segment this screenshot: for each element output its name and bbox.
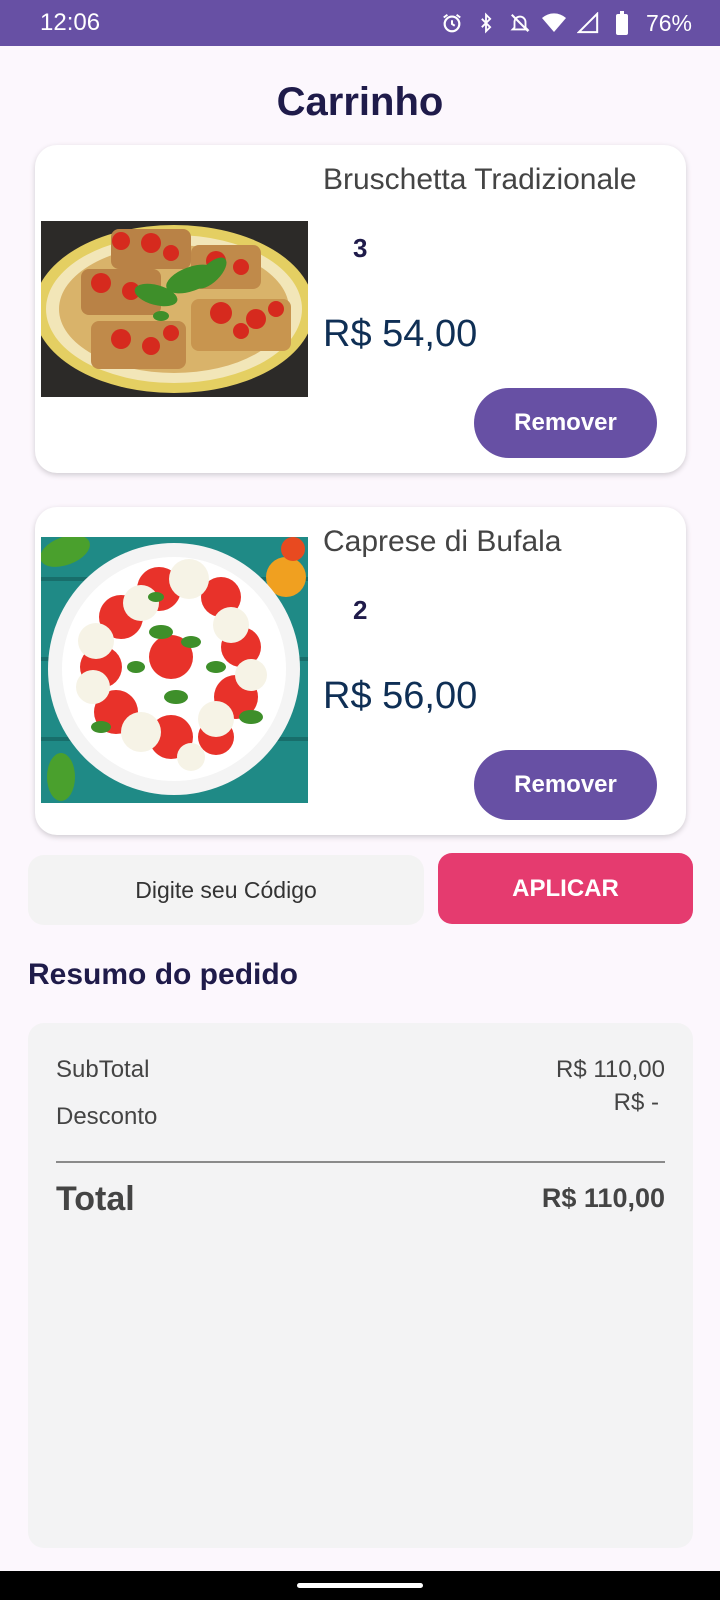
discount-label: Desconto xyxy=(56,1103,158,1130)
summary-title: Resumo do pedido xyxy=(28,958,298,991)
total-value: R$ 110,00 xyxy=(541,1183,665,1213)
bluetooth-icon xyxy=(474,11,498,35)
subtotal-label: SubTotal xyxy=(56,1056,150,1083)
apply-coupon-button[interactable]: APLICAR xyxy=(438,853,693,924)
total-label: Total xyxy=(56,1180,135,1218)
status-time: 12:06 xyxy=(40,9,101,36)
cart-item-card: Caprese di Bufala 2 R$ 56,00 Remover xyxy=(35,507,686,835)
alarm-icon xyxy=(440,11,464,35)
page-title: Carrinho xyxy=(276,80,444,124)
system-nav-bar xyxy=(0,1571,720,1600)
item-price: R$ 54,00 xyxy=(323,313,478,355)
item-quantity: 2 xyxy=(353,595,368,625)
item-price: R$ 56,00 xyxy=(323,675,478,717)
discount-value: R$ - xyxy=(613,1089,659,1116)
battery-icon xyxy=(610,11,634,35)
cell-signal-icon xyxy=(576,11,600,35)
coupon-code-input[interactable] xyxy=(28,855,424,925)
item-name: Bruschetta Tradizionale xyxy=(323,163,637,196)
wifi-icon xyxy=(541,11,566,35)
order-summary: SubTotal R$ 110,00 Desconto R$ - Total R… xyxy=(28,1023,693,1548)
remove-button[interactable]: Remover xyxy=(474,750,657,820)
notifications-off-icon xyxy=(508,11,532,35)
item-name: Caprese di Bufala xyxy=(323,525,562,558)
status-bar: 12:06 76% xyxy=(0,0,720,46)
home-gesture-handle[interactable] xyxy=(297,1583,423,1588)
status-icons: 76% xyxy=(440,10,692,37)
bruschetta-photo xyxy=(41,221,308,397)
battery-percent: 76% xyxy=(645,9,692,36)
item-quantity: 3 xyxy=(353,233,368,263)
remove-button[interactable]: Remover xyxy=(474,388,657,458)
subtotal-value: R$ 110,00 xyxy=(556,1056,665,1083)
caprese-photo xyxy=(41,537,308,803)
summary-divider xyxy=(56,1161,665,1163)
cart-item-card: Bruschetta Tradizionale 3 R$ 54,00 Remov… xyxy=(35,145,686,473)
